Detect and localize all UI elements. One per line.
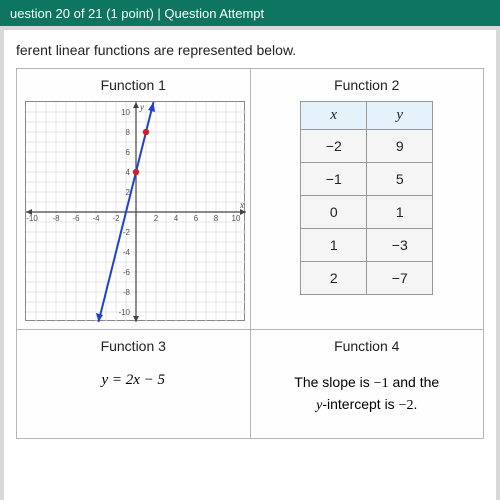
col-y-header: y [367, 102, 433, 130]
svg-text:4: 4 [174, 214, 179, 223]
svg-text:-4: -4 [123, 248, 131, 257]
cell-function-3: Function 3 y = 2x − 5 [17, 330, 251, 439]
svg-text:-2: -2 [112, 214, 120, 223]
table-row: 01 [301, 196, 433, 229]
svg-text:4: 4 [126, 168, 131, 177]
function-2-title: Function 2 [259, 77, 476, 93]
svg-text:10: 10 [121, 108, 130, 117]
svg-text:8: 8 [214, 214, 219, 223]
svg-text:-8: -8 [123, 288, 131, 297]
svg-text:8: 8 [126, 128, 131, 137]
svg-text:-10: -10 [118, 308, 130, 317]
table-row: −15 [301, 163, 433, 196]
instruction-text: ferent linear functions are represented … [16, 40, 484, 68]
function-4-title: Function 4 [259, 338, 476, 354]
function-2-table: x y −29 −15 01 1−3 2−7 [300, 101, 433, 295]
svg-text:2: 2 [154, 214, 159, 223]
function-3-title: Function 3 [25, 338, 242, 354]
svg-text:-4: -4 [92, 214, 100, 223]
col-x-header: x [301, 102, 367, 130]
function-4-description: The slope is −1 and the y-intercept is −… [259, 362, 476, 430]
y-axis-label: y [139, 102, 144, 112]
svg-text:-6: -6 [72, 214, 80, 223]
arrow-down-icon [133, 316, 139, 322]
table-row: −29 [301, 130, 433, 163]
svg-text:10: 10 [232, 214, 241, 223]
plot-point [133, 169, 139, 175]
cell-function-4: Function 4 The slope is −1 and the y-int… [250, 330, 484, 439]
function-1-graph: x y -10 -8 -6 -4 -2 2 4 6 8 10 [25, 101, 245, 321]
function-1-title: Function 1 [25, 77, 242, 93]
svg-text:-8: -8 [52, 214, 60, 223]
question-counter: uestion 20 of 21 (1 point) | Question At… [10, 6, 264, 21]
table-row: 2−7 [301, 262, 433, 295]
svg-text:6: 6 [126, 148, 131, 157]
arrow-up-icon [133, 102, 139, 108]
cell-function-2: Function 2 x y −29 −15 01 1−3 2−7 [250, 69, 484, 330]
function-3-equation: y = 2x − 5 [25, 362, 242, 403]
plot-point [143, 129, 149, 135]
svg-text:-10: -10 [26, 214, 38, 223]
quiz-header: uestion 20 of 21 (1 point) | Question At… [0, 0, 500, 26]
functions-grid: Function 1 x y [16, 68, 484, 439]
cell-function-1: Function 1 x y [17, 69, 251, 330]
x-axis-label: x [239, 200, 244, 210]
svg-text:-2: -2 [123, 228, 131, 237]
svg-text:6: 6 [194, 214, 199, 223]
question-body: ferent linear functions are represented … [4, 30, 496, 500]
graph-svg: x y -10 -8 -6 -4 -2 2 4 6 8 10 [26, 102, 246, 322]
svg-text:-6: -6 [123, 268, 131, 277]
table-row: 1−3 [301, 229, 433, 262]
